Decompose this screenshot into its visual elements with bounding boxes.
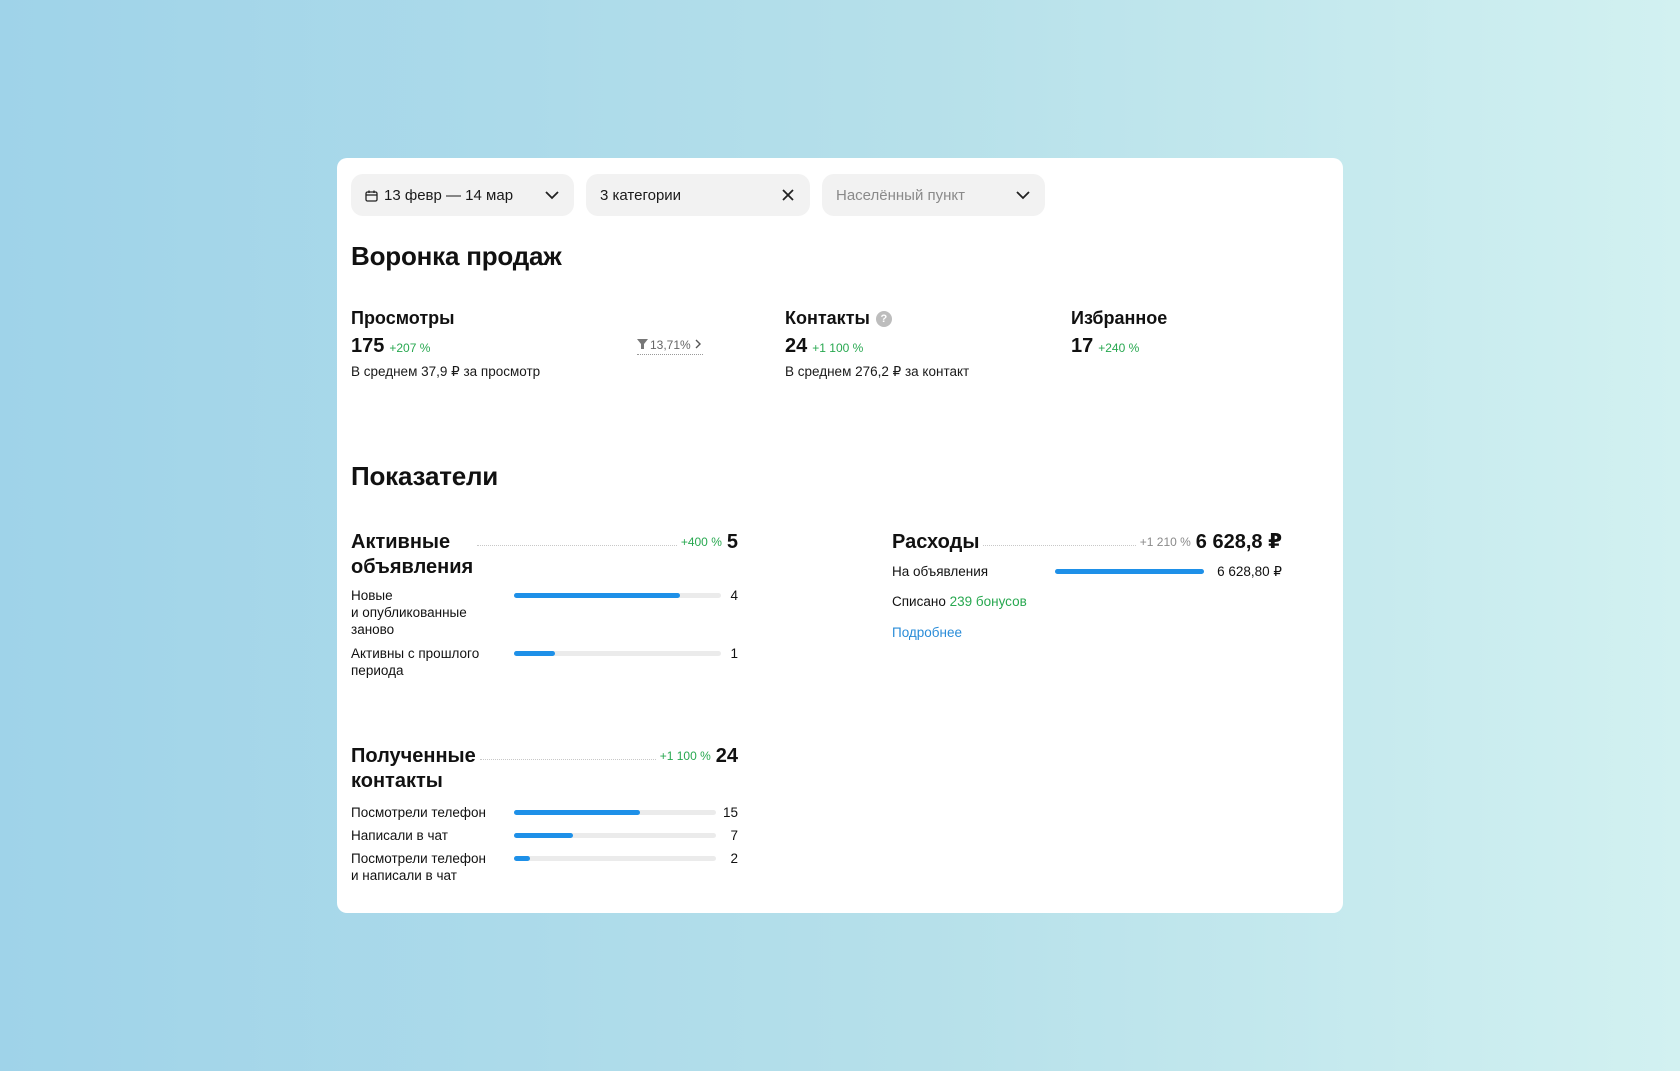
favorites-stat: Избранное 17 +240 %: [1071, 308, 1167, 358]
date-range-filter[interactable]: 13 февр — 14 мар: [351, 174, 574, 216]
contacts-average: В среднем 276,2 ₽ за контакт: [785, 364, 970, 379]
progress-fill: [1055, 569, 1204, 574]
date-range-label: 13 февр — 14 мар: [384, 186, 514, 204]
row-value: 2: [730, 851, 738, 866]
received-contacts-change: +1 100 %: [659, 749, 711, 763]
list-item: Новые и опубликованные заново 4: [351, 587, 738, 638]
conversion-value: 13,71%: [650, 338, 691, 352]
list-item: Посмотрели телефон и написали в чат 2: [351, 850, 738, 884]
progress-fill: [514, 856, 531, 861]
category-label: 3 категории: [600, 186, 682, 204]
bonus-amount: 239 бонусов: [949, 594, 1027, 609]
received-contacts-block: Полученные контакты +1 100 % 24 Посмотре…: [351, 744, 738, 884]
progress-fill: [514, 593, 680, 598]
contacts-title: Контакты: [785, 308, 870, 328]
row-value: 4: [730, 588, 738, 603]
filter-funnel-icon: [637, 338, 648, 352]
city-filter[interactable]: Населённый пункт: [822, 174, 1045, 216]
favorites-title: Избранное: [1071, 308, 1168, 328]
expenses-value: 6 628,8 ₽: [1195, 531, 1282, 553]
city-placeholder: Населённый пункт: [836, 186, 966, 204]
metrics-title: Показатели: [351, 461, 499, 491]
progress-fill: [514, 833, 573, 838]
expenses-change: +1 210 %: [1139, 535, 1191, 549]
row-label: Новые и опубликованные заново: [351, 588, 467, 637]
active-ads-block: Активные объявления +400 % 5 Новые и опу…: [351, 530, 738, 679]
chevron-right-icon: [693, 338, 703, 352]
progress-bar: [514, 810, 716, 815]
conversion-link[interactable]: 13,71%: [637, 338, 703, 355]
contacts-stat: Контакты ? 24 +1 100 % В среднем 276,2 ₽…: [785, 308, 969, 380]
row-value: 6 628,80 ₽: [1217, 564, 1282, 579]
row-label: Посмотрели телефон и написали в чат: [351, 851, 486, 883]
row-value: 1: [730, 646, 738, 661]
views-title: Просмотры: [351, 308, 455, 328]
views-average: В среднем 37,9 ₽ за просмотр: [351, 364, 541, 379]
bonus-written-off: Списано 239 бонусов: [892, 593, 1282, 610]
progress-bar: [514, 651, 721, 656]
progress-bar: [514, 593, 721, 598]
list-item: Активны с прошлого периода 1: [351, 645, 738, 679]
active-ads-title: Активные объявления: [351, 531, 474, 578]
row-label: Посмотрели телефон: [351, 805, 486, 820]
views-stat: Просмотры 175 +207 % В среднем 37,9 ₽ за…: [351, 308, 540, 380]
help-icon[interactable]: ?: [875, 310, 892, 327]
favorites-change: +240 %: [1098, 341, 1140, 355]
category-filter[interactable]: 3 категории: [586, 174, 810, 216]
progress-fill: [514, 810, 641, 815]
written-off-label: Списано: [892, 594, 946, 609]
row-label: Активны с прошлого периода: [351, 646, 480, 678]
active-ads-change: +400 %: [680, 535, 722, 549]
row-value: 15: [722, 805, 738, 820]
row-value: 7: [730, 828, 738, 843]
more-details-link[interactable]: Подробнее: [892, 625, 962, 640]
list-item: На объявления 6 628,80 ₽: [892, 563, 1282, 580]
progress-bar: [514, 833, 716, 838]
row-label: На объявления: [892, 564, 989, 579]
contacts-change: +1 100 %: [812, 341, 864, 355]
progress-fill: [514, 651, 556, 656]
chevron-down-icon: [1015, 187, 1031, 203]
row-label: Написали в чат: [351, 828, 448, 843]
favorites-value: 17: [1071, 335, 1094, 357]
analytics-card: 13 февр — 14 мар 3 категории Населённый …: [337, 158, 1343, 913]
received-contacts-value: 24: [715, 745, 738, 767]
chevron-down-icon: [544, 187, 560, 203]
calendar-icon: [365, 189, 378, 202]
list-item: Посмотрели телефон 15: [351, 804, 738, 821]
active-ads-value: 5: [726, 531, 738, 553]
list-item: Написали в чат 7: [351, 827, 738, 844]
filters-bar: 13 февр — 14 мар 3 категории Населённый …: [351, 174, 1045, 216]
close-icon[interactable]: [780, 187, 796, 203]
progress-bar: [1055, 569, 1204, 574]
views-change: +207 %: [389, 341, 431, 355]
contacts-value: 24: [785, 335, 808, 357]
progress-bar: [514, 856, 716, 861]
received-contacts-title: Полученные контакты: [351, 745, 476, 792]
sales-funnel-title: Воронка продаж: [351, 241, 562, 271]
expenses-block: Расходы +1 210 % 6 628,8 ₽ На объявления…: [892, 530, 1282, 642]
views-value: 175: [351, 335, 385, 357]
expenses-title: Расходы: [892, 531, 980, 553]
